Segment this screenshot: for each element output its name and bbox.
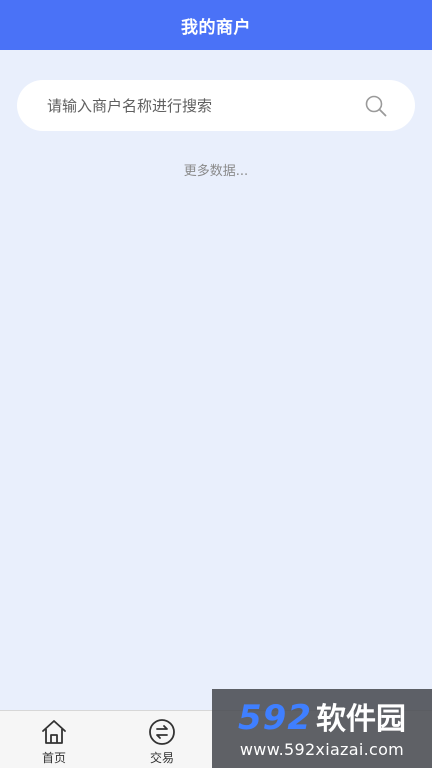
top-bar: 我的商户 [0,0,432,50]
watermark-number: 592 [238,697,312,738]
watermark-brand: 592 软件园 [238,699,406,739]
search-bar[interactable] [17,80,415,131]
tab-label-transactions: 交易 [149,751,174,765]
search-icon[interactable] [363,93,389,119]
exchange-icon [147,717,177,747]
tab-home[interactable]: 首页 [0,711,108,768]
watermark-text: 软件园 [315,701,406,737]
home-icon [39,717,69,747]
page-title: 我的商户 [181,17,251,38]
tab-label-home: 首页 [41,751,66,765]
watermark-url: www.592xiazai.com [239,739,405,759]
load-more-text[interactable]: 更多数据... [0,160,432,179]
app-screen: 我的商户 更多数据... 首页 [0,0,432,768]
search-input[interactable] [47,80,363,131]
tab-transactions[interactable]: 交易 [108,711,216,768]
watermark-logo: 592 软件园 www.592xiazai.com [212,689,432,768]
